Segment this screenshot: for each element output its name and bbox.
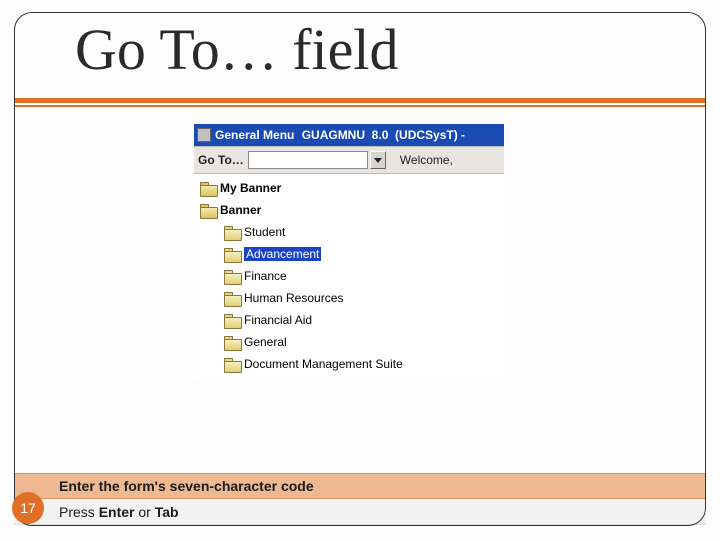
goto-row: Go To… Welcome,: [194, 146, 504, 174]
instruction-text: Enter the form's seven-character code: [59, 478, 314, 494]
slide-number: 17: [20, 500, 36, 516]
tree-item-advancement[interactable]: Advancement: [196, 243, 504, 265]
tree-label: Document Management Suite: [244, 357, 403, 371]
window-titlebar: General Menu GUAGMNU 8.0 (UDCSysT) -: [194, 124, 504, 146]
tree-item-dms[interactable]: Document Management Suite: [196, 353, 504, 375]
tree-item-financial-aid[interactable]: Financial Aid: [196, 309, 504, 331]
tree-label: Student: [244, 225, 285, 239]
tree-label: Finance: [244, 269, 287, 283]
tree-item-human-resources[interactable]: Human Resources: [196, 287, 504, 309]
goto-label: Go To…: [198, 153, 244, 167]
folder-closed-icon: [224, 226, 240, 239]
tree-label: Banner: [220, 203, 261, 217]
goto-input[interactable]: [248, 151, 368, 169]
app-icon: [197, 128, 211, 142]
window-title-suffix: GUAGMNU 8.0 (UDCSysT) -: [302, 128, 465, 142]
chevron-down-icon: [374, 158, 382, 163]
slide-title: Go To… field: [75, 16, 399, 83]
tree-item-finance[interactable]: Finance: [196, 265, 504, 287]
folder-closed-icon: [224, 358, 240, 371]
instruction-prefix: Press: [59, 504, 99, 520]
slide-number-badge: 17: [12, 492, 44, 524]
tree-item-student[interactable]: Student: [196, 221, 504, 243]
instruction-mid: or: [134, 504, 154, 520]
folder-closed-icon: [224, 314, 240, 327]
folder-closed-icon: [224, 292, 240, 305]
tree-label: Advancement: [244, 247, 321, 261]
nav-tree: My Banner Banner Student Advancement Fin…: [194, 174, 504, 380]
folder-open-icon: [200, 182, 216, 195]
tree-item-general[interactable]: General: [196, 331, 504, 353]
tree-label: My Banner: [220, 181, 281, 195]
instruction-line-2: Press Enter or Tab: [14, 499, 706, 525]
tree-folder-banner[interactable]: Banner: [196, 199, 504, 221]
tree-label: Financial Aid: [244, 313, 312, 327]
key-enter: Enter: [99, 504, 135, 520]
tree-folder-my-banner[interactable]: My Banner: [196, 177, 504, 199]
folder-closed-icon: [224, 270, 240, 283]
goto-dropdown-button[interactable]: [370, 151, 386, 169]
footer: Enter the form's seven-character code Pr…: [14, 473, 706, 525]
tree-label: General: [244, 335, 287, 349]
folder-open-icon: [200, 204, 216, 217]
key-tab: Tab: [155, 504, 179, 520]
welcome-text: Welcome,: [400, 153, 453, 167]
folder-closed-icon: [224, 248, 240, 261]
tree-label: Human Resources: [244, 291, 343, 305]
title-underline: [14, 98, 706, 103]
folder-closed-icon: [224, 336, 240, 349]
window-title-prefix: General Menu: [215, 128, 298, 142]
app-screenshot: General Menu GUAGMNU 8.0 (UDCSysT) - Go …: [194, 124, 504, 380]
instruction-line-1: Enter the form's seven-character code: [14, 473, 706, 499]
